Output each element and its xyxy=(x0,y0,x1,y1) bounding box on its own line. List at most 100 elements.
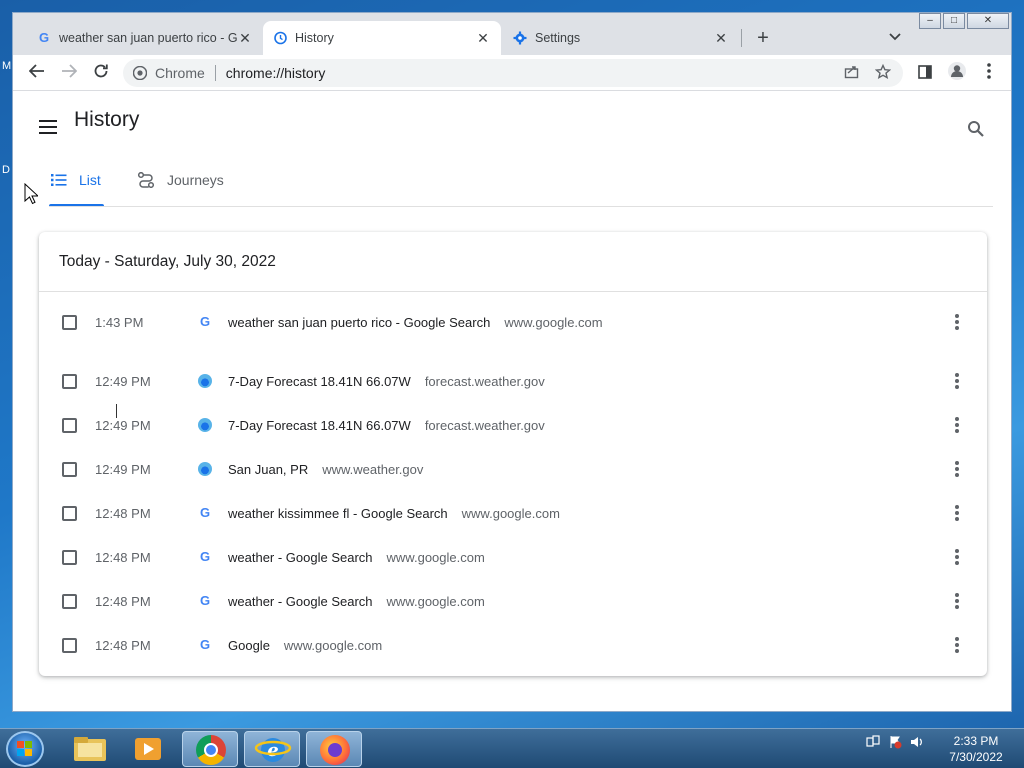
history-item-title: San Juan, PR xyxy=(228,461,309,477)
file-explorer-icon[interactable] xyxy=(62,731,118,767)
history-item-title: weather kissimmee fl - Google Search xyxy=(228,505,448,521)
close-icon[interactable]: ✕ xyxy=(713,30,729,47)
more-actions-icon[interactable] xyxy=(951,312,963,332)
firefox-icon[interactable] xyxy=(306,731,362,767)
list-icon xyxy=(51,174,67,186)
history-item-link[interactable]: weather san juan puerto rico - Google Se… xyxy=(228,315,603,330)
forward-button[interactable] xyxy=(57,61,81,85)
history-item[interactable]: 12:49 PM 7-Day Forecast 18.41N 66.07W fore… xyxy=(39,359,987,403)
tab-list[interactable]: List xyxy=(51,160,101,200)
journeys-icon xyxy=(137,172,155,188)
side-panel-icon[interactable] xyxy=(913,61,937,85)
system-tray xyxy=(866,735,924,752)
share-icon[interactable] xyxy=(841,64,861,84)
history-item-checkbox[interactable] xyxy=(62,593,77,609)
clock-date: 7/30/2022 xyxy=(949,750,1003,764)
history-item-link[interactable]: 7-Day Forecast 18.41N 66.07W forecast.wea… xyxy=(228,374,545,389)
new-tab-button[interactable]: + xyxy=(751,27,775,51)
tab-settings[interactable]: Settings ✕ xyxy=(503,21,739,55)
history-item-link[interactable]: San Juan, PR www.weather.gov xyxy=(228,462,423,477)
more-actions-icon[interactable] xyxy=(951,547,963,567)
close-icon[interactable]: ✕ xyxy=(475,30,491,47)
history-item[interactable]: 12:49 PM San Juan, PR www.weather.gov xyxy=(39,447,987,491)
history-item-checkbox[interactable] xyxy=(62,505,77,521)
history-item[interactable]: 12:48 PM Gweather kissimmee fl - Google S… xyxy=(39,491,987,535)
history-item-time: 12:49 PM xyxy=(95,373,151,389)
address-bar[interactable]: Chrome chrome://history xyxy=(123,59,903,87)
volume-icon[interactable] xyxy=(910,735,924,752)
google-icon: G xyxy=(199,549,211,564)
history-item-checkbox[interactable] xyxy=(62,417,77,433)
search-icon[interactable] xyxy=(967,120,987,140)
history-icon xyxy=(274,31,287,45)
history-item-title: weather - Google Search xyxy=(228,593,373,609)
history-item[interactable]: 12:48 PM Gweather - Google Search www.goog… xyxy=(39,535,987,579)
history-item-link[interactable]: 7-Day Forecast 18.41N 66.07W forecast.wea… xyxy=(228,418,545,433)
history-item[interactable]: 12:49 PM 7-Day Forecast 18.41N 66.07W fore… xyxy=(39,403,987,447)
tab-title: Settings xyxy=(535,31,581,45)
history-item-checkbox[interactable] xyxy=(62,461,77,477)
network-icon[interactable] xyxy=(866,735,880,752)
tab-label: List xyxy=(79,172,101,188)
history-item-link[interactable]: Google www.google.com xyxy=(228,638,382,653)
address-bar-url[interactable]: chrome://history xyxy=(226,65,326,81)
more-actions-icon[interactable] xyxy=(951,591,963,611)
bookmark-star-icon[interactable] xyxy=(873,63,893,84)
clock-time: 2:33 PM xyxy=(953,734,999,748)
internet-explorer-icon[interactable]: e xyxy=(244,731,300,767)
history-item[interactable]: 12:48 PM Gweather - Google Search www.goog… xyxy=(39,579,987,623)
back-button[interactable] xyxy=(25,61,49,85)
google-icon: G xyxy=(199,505,211,520)
history-item[interactable]: 1:43 PM Gweather san juan puerto rico - G… xyxy=(39,300,987,344)
history-item-checkbox[interactable] xyxy=(62,314,77,330)
more-menu-icon[interactable] xyxy=(977,61,1001,85)
history-item-domain: www.google.com xyxy=(461,505,560,521)
history-item-title: 7-Day Forecast 18.41N 66.07W xyxy=(228,417,411,433)
history-item-domain: www.weather.gov xyxy=(322,461,424,477)
system-clock[interactable]: 2:33 PM 7/30/2022 xyxy=(936,733,1016,765)
tab-google-search[interactable]: G weather san juan puerto rico - Google … xyxy=(27,21,263,55)
history-item-link[interactable]: weather kissimmee fl - Google Search www.… xyxy=(228,506,560,521)
history-item-title: 7-Day Forecast 18.41N 66.07W xyxy=(228,373,411,389)
browser-window: G weather san juan puerto rico - Google … xyxy=(12,12,1012,712)
minimize-button[interactable]: – xyxy=(919,13,941,29)
history-item-domain: www.google.com xyxy=(386,549,485,565)
history-item-domain: www.google.com xyxy=(504,314,603,330)
media-player-icon[interactable] xyxy=(120,731,176,767)
more-actions-icon[interactable] xyxy=(951,503,963,523)
close-window-button[interactable]: ✕ xyxy=(967,13,1009,29)
divider xyxy=(49,206,993,207)
history-item-checkbox[interactable] xyxy=(62,373,77,389)
history-item-title: Google xyxy=(228,637,270,653)
noaa-icon xyxy=(198,418,212,432)
history-item-link[interactable]: weather - Google Search www.google.com xyxy=(228,550,485,565)
action-center-icon[interactable] xyxy=(888,735,902,752)
google-icon: G xyxy=(199,593,211,608)
history-item-domain: forecast.weather.gov xyxy=(424,373,545,389)
tab-history[interactable]: History ✕ xyxy=(263,21,501,55)
maximize-button[interactable]: □ xyxy=(943,13,965,29)
history-item[interactable]: 12:48 PM G Google www.google.com xyxy=(39,623,987,667)
reload-button[interactable] xyxy=(89,61,113,85)
profile-avatar[interactable] xyxy=(945,61,969,85)
history-item-title: weather san juan puerto rico - Google Se… xyxy=(228,314,491,330)
hamburger-menu-icon[interactable] xyxy=(39,120,57,134)
history-page: History List Journeys Today - Saturday, … xyxy=(13,92,1011,711)
close-icon[interactable]: ✕ xyxy=(237,30,253,47)
tab-title: weather san juan puerto rico - Google Se… xyxy=(59,31,237,45)
chrome-icon[interactable] xyxy=(182,731,238,767)
tab-journeys[interactable]: Journeys xyxy=(137,160,224,200)
window-controls: – □ ✕ xyxy=(917,13,1009,31)
divider xyxy=(214,65,216,81)
chevron-down-icon[interactable] xyxy=(885,27,905,47)
history-item-domain: forecast.weather.gov xyxy=(424,417,545,433)
history-item-checkbox[interactable] xyxy=(62,549,77,565)
history-item-link[interactable]: weather - Google Search www.google.com xyxy=(228,594,485,609)
more-actions-icon[interactable] xyxy=(951,459,963,479)
history-item-checkbox[interactable] xyxy=(62,637,77,653)
more-actions-icon[interactable] xyxy=(951,415,963,435)
more-actions-icon[interactable] xyxy=(951,371,963,391)
more-actions-icon[interactable] xyxy=(951,635,963,655)
start-button[interactable] xyxy=(6,731,44,767)
noaa-icon xyxy=(198,374,212,388)
